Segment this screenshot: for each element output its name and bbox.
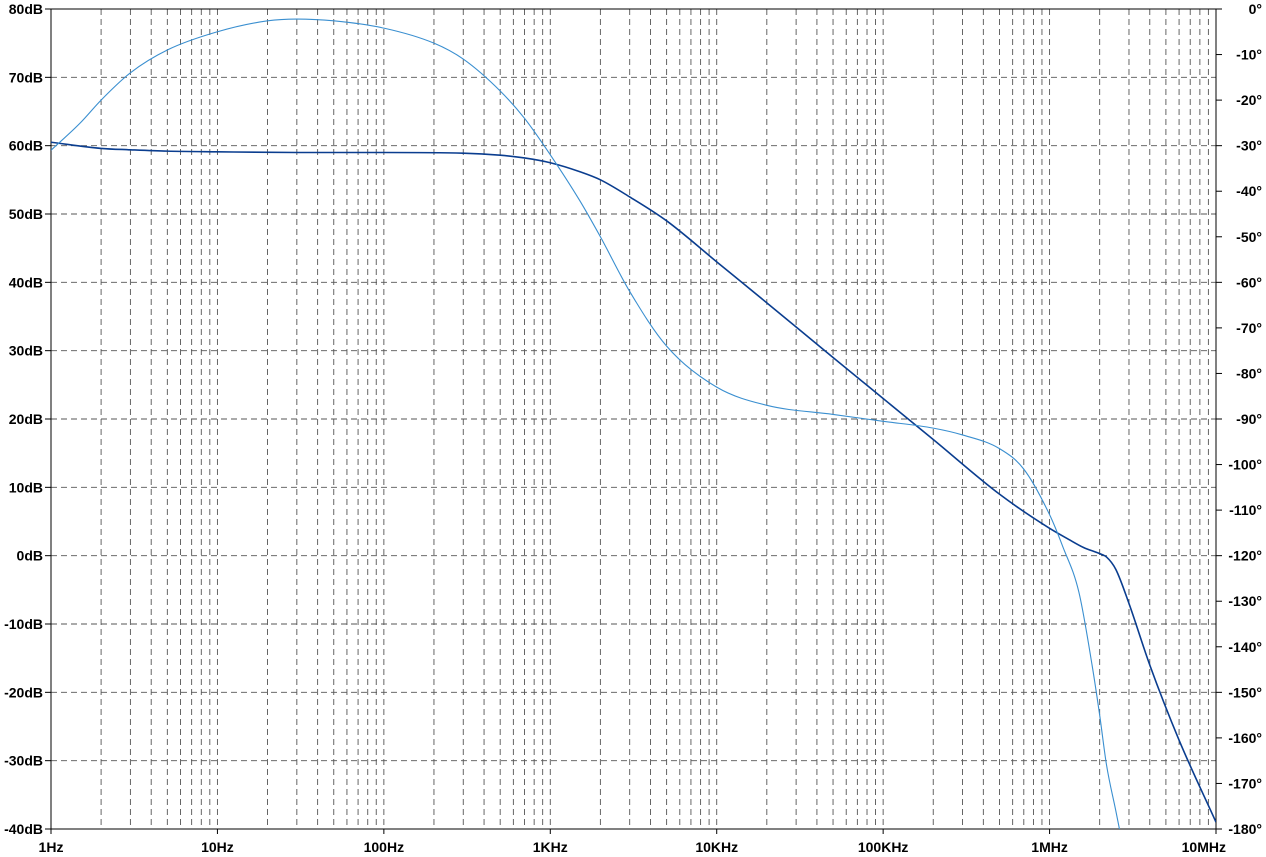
y-right-tick-label: -140°	[1228, 639, 1262, 655]
x-tick-label: 10MHz	[1182, 839, 1226, 855]
y-right-tick-label: -40°	[1236, 183, 1262, 199]
y-left-tick-label: 20dB	[9, 411, 43, 427]
x-tick-label: 1KHz	[533, 839, 568, 855]
y-right-tick-label: -10°	[1236, 47, 1262, 63]
y-right-tick-label: -130°	[1228, 593, 1262, 609]
y-left-tick-label: -40dB	[4, 821, 43, 837]
y-right-tick-label: -80°	[1236, 365, 1262, 381]
y-left-tick-label: 60dB	[9, 138, 43, 154]
y-right-tick-label: -120°	[1228, 548, 1262, 564]
y-right-tick-label: -160°	[1228, 730, 1262, 746]
y-left-tick-label: 10dB	[9, 479, 43, 495]
y-right-tick-label: 0°	[1249, 1, 1262, 17]
x-tick-label: 100KHz	[858, 839, 909, 855]
x-tick-label: 10Hz	[201, 839, 234, 855]
y-right-tick-label: -90°	[1236, 411, 1262, 427]
y-left-tick-label: 30dB	[9, 343, 43, 359]
x-tick-label: 10KHz	[695, 839, 738, 855]
y-right-tick-label: -180°	[1228, 821, 1262, 837]
y-right-tick-label: -70°	[1236, 320, 1262, 336]
y-right-tick-label: -60°	[1236, 274, 1262, 290]
y-left-tick-label: -10dB	[4, 616, 43, 632]
plot-background	[0, 0, 1266, 857]
x-tick-label: 100Hz	[364, 839, 404, 855]
y-left-tick-label: 50dB	[9, 206, 43, 222]
y-left-tick-label: -30dB	[4, 753, 43, 769]
y-right-tick-label: -170°	[1228, 775, 1262, 791]
y-left-tick-label: 40dB	[9, 274, 43, 290]
y-left-tick-label: 70dB	[9, 69, 43, 85]
y-right-tick-label: -30°	[1236, 138, 1262, 154]
y-right-tick-label: -150°	[1228, 684, 1262, 700]
x-tick-label: 1Hz	[39, 839, 64, 855]
y-left-tick-label: -20dB	[4, 684, 43, 700]
y-left-tick-label: 0dB	[17, 548, 43, 564]
y-right-tick-label: -100°	[1228, 457, 1262, 473]
y-left-tick-label: 80dB	[9, 1, 43, 17]
bode-plot: 80dB 70dB 60dB 50dB 40dB 30dB 20dB 10dB 0dB -10dB…	[0, 0, 1266, 857]
y-right-tick-label: -110°	[1229, 502, 1262, 518]
y-right-tick-label: -20°	[1236, 92, 1262, 108]
x-tick-label: 1MHz	[1031, 839, 1068, 855]
y-right-tick-label: -50°	[1236, 229, 1262, 245]
